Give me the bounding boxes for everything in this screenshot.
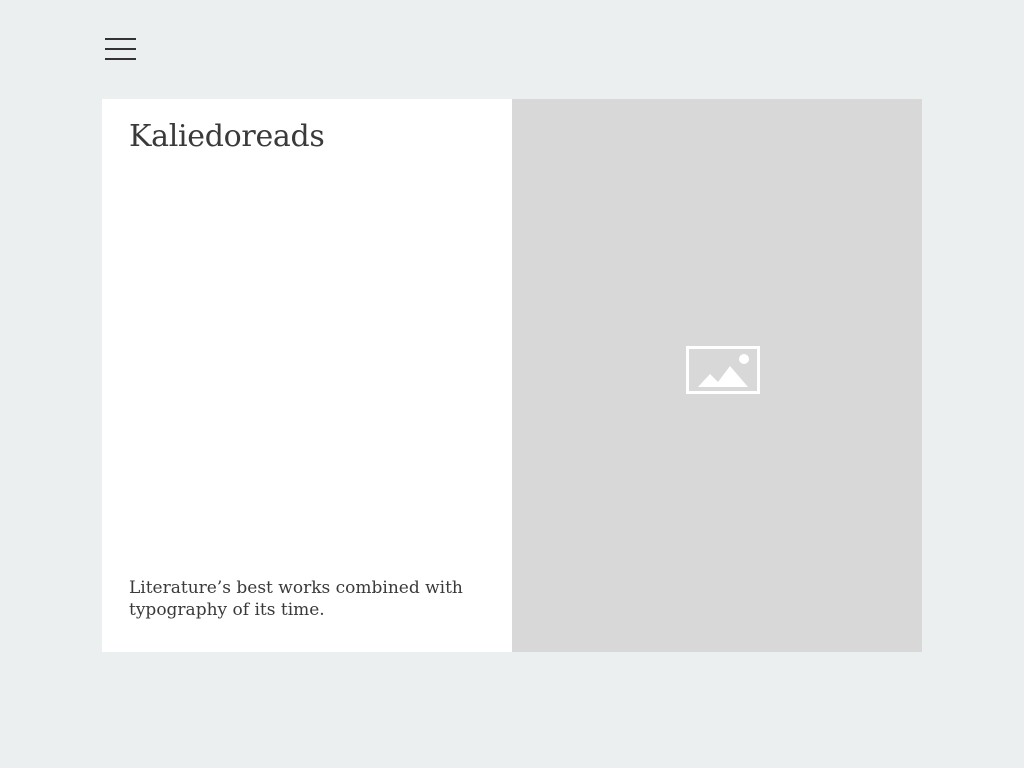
card-title: Kaliedoreads xyxy=(129,119,325,154)
card-text-panel: Kaliedoreads Literature’s best works com… xyxy=(102,99,512,652)
image-placeholder-icon xyxy=(686,346,760,394)
menu-icon-line-bottom xyxy=(105,58,136,60)
menu-icon-line-top xyxy=(105,38,136,40)
menu-icon-line-middle xyxy=(105,48,136,50)
card-image-placeholder xyxy=(512,99,922,652)
feature-card: Kaliedoreads Literature’s best works com… xyxy=(102,99,922,652)
hamburger-menu-button[interactable] xyxy=(105,37,137,61)
card-description: Literature’s best works combined with ty… xyxy=(129,578,463,620)
